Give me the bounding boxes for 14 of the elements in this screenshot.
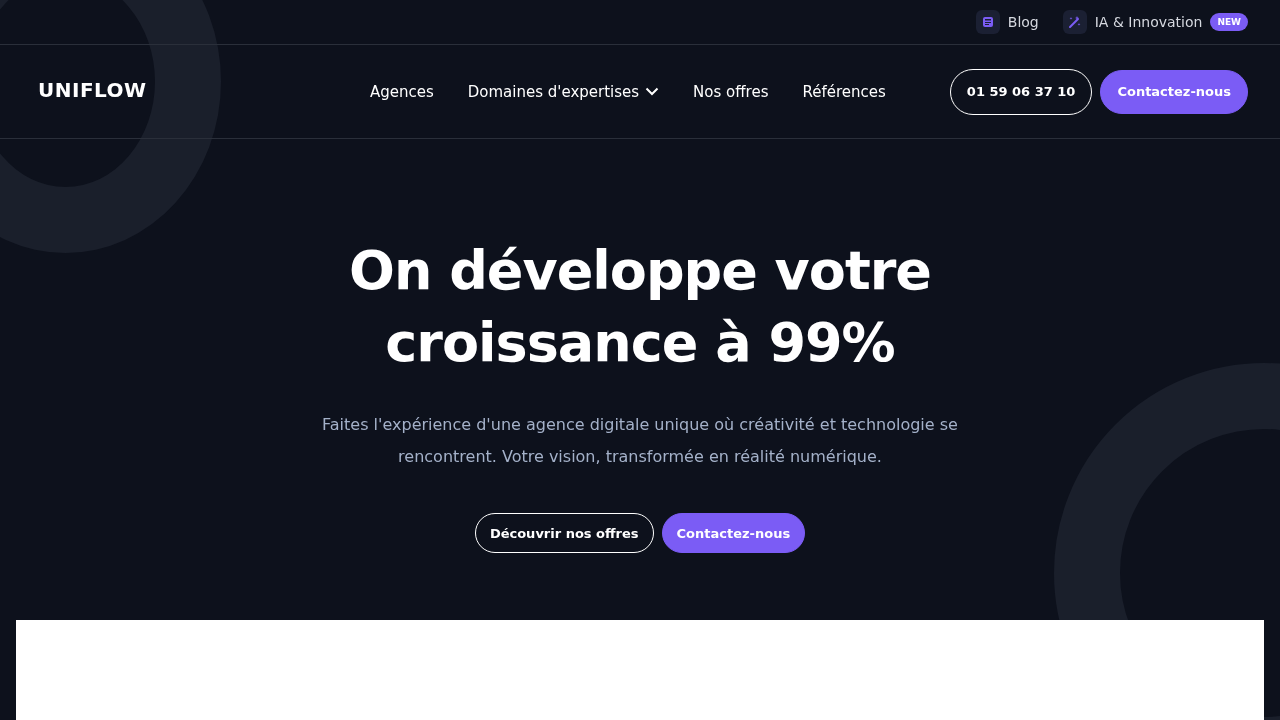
logo[interactable]: UNIFLOW <box>38 77 147 102</box>
link-label: Blog <box>1007 14 1039 30</box>
magic-wand-icon <box>1062 10 1087 34</box>
newspaper-icon <box>975 10 1000 34</box>
hero-subtitle: Faites l'expérience d'une agence digitale unique où créativité et technologie se rencontrent. Votre vision, transformée en réalité numérique. <box>321 414 959 468</box>
link-label: IA & Innovation <box>1094 14 1203 30</box>
nav-link[interactable]: Domaines d'expertises <box>467 82 660 101</box>
new-badge: NEW <box>1210 13 1248 31</box>
nav-link[interactable]: Références <box>802 82 886 101</box>
nav-link[interactable]: Nos offres <box>693 82 769 101</box>
nav-link[interactable]: Agences <box>369 82 434 101</box>
hero-title: On développe votre croissance à 99% <box>348 238 932 376</box>
contact-button[interactable]: Contactez-nous <box>1100 69 1248 114</box>
contact-button[interactable]: Contactez-nous <box>661 513 806 553</box>
